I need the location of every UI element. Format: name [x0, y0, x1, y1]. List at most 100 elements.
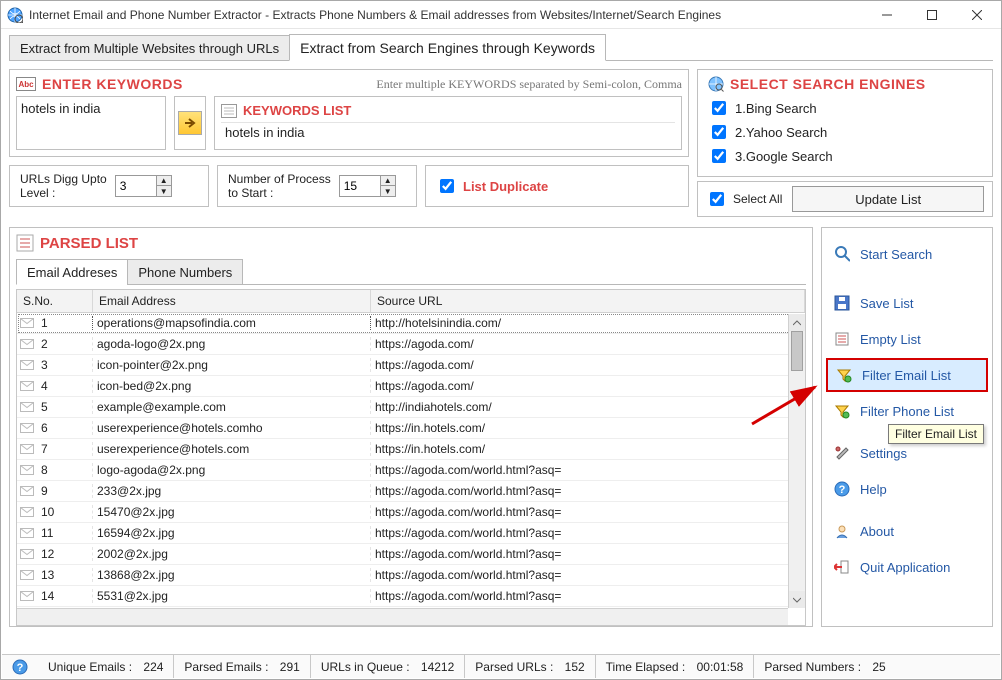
- cell-email: example@example.com: [93, 400, 371, 414]
- table-row[interactable]: 1116594@2x.jpghttps://agoda.com/world.ht…: [17, 523, 805, 544]
- table-row[interactable]: 4icon-bed@2x.pnghttps://agoda.com/: [17, 376, 805, 397]
- table-row[interactable]: 7userexperience@hotels.comhttps://in.hot…: [17, 439, 805, 460]
- list-duplicate-checkbox[interactable]: [440, 179, 454, 193]
- chevron-down-icon[interactable]: ▼: [157, 186, 171, 196]
- minimize-button[interactable]: [864, 1, 909, 29]
- cell-sno: 2: [37, 337, 93, 351]
- maximize-button[interactable]: [909, 1, 954, 29]
- cell-sno: 1: [37, 316, 93, 330]
- table-row[interactable]: 3icon-pointer@2x.pnghttps://agoda.com/: [17, 355, 805, 376]
- table-row[interactable]: 8logo-agoda@2x.pnghttps://agoda.com/worl…: [17, 460, 805, 481]
- filter-icon: [834, 403, 850, 419]
- cell-sno: 14: [37, 589, 93, 603]
- keywords-list[interactable]: hotels in india: [221, 122, 675, 143]
- empty-list-button[interactable]: Empty List: [826, 322, 988, 356]
- chevron-up-icon[interactable]: ▲: [381, 176, 395, 186]
- scrollbar-thumb[interactable]: [791, 331, 803, 371]
- main-tabs: Extract from Multiple Websites through U…: [9, 33, 993, 61]
- cell-sno: 8: [37, 463, 93, 477]
- cell-url: https://agoda.com/world.html?asq=: [371, 484, 805, 498]
- col-url[interactable]: Source URL: [371, 290, 805, 312]
- keywords-hint: Enter multiple KEYWORDS separated by Sem…: [376, 77, 682, 92]
- cell-email: 2002@2x.jpg: [93, 547, 371, 561]
- scroll-up-icon[interactable]: [789, 314, 805, 331]
- table-row[interactable]: 1015470@2x.jpghttps://agoda.com/world.ht…: [17, 502, 805, 523]
- keywords-input[interactable]: hotels in india: [16, 96, 166, 150]
- actions-panel: Start Search Save List Empty List Filter…: [821, 227, 993, 627]
- cell-sno: 4: [37, 379, 93, 393]
- cell-email: 16594@2x.jpg: [93, 526, 371, 540]
- svg-text:?: ?: [839, 484, 846, 496]
- list-duplicate-label: List Duplicate: [463, 179, 548, 194]
- quit-button[interactable]: Quit Application: [826, 550, 988, 584]
- col-sno[interactable]: S.No.: [17, 290, 93, 312]
- digg-level-spinner[interactable]: ▲▼: [115, 175, 172, 197]
- engine-google[interactable]: 3.Google Search: [708, 144, 982, 168]
- cell-email: icon-pointer@2x.png: [93, 358, 371, 372]
- mail-icon: [17, 528, 37, 538]
- help-button[interactable]: ? Help: [826, 472, 988, 506]
- cell-sno: 10: [37, 505, 93, 519]
- status-parsed-urls-value: 152: [565, 660, 585, 674]
- table-row[interactable]: 1313868@2x.jpghttps://agoda.com/world.ht…: [17, 565, 805, 586]
- cell-sno: 3: [37, 358, 93, 372]
- about-button[interactable]: About: [826, 514, 988, 548]
- status-urls-queue-label: URLs in Queue :: [321, 660, 410, 674]
- parsed-list-title: PARSED LIST: [40, 235, 138, 252]
- table-row[interactable]: 2agoda-logo@2x.pnghttps://agoda.com/: [17, 334, 805, 355]
- status-unique-emails-label: Unique Emails :: [48, 660, 132, 674]
- keywords-list-title: KEYWORDS LIST: [243, 103, 351, 118]
- table-row[interactable]: 145531@2x.jpghttps://agoda.com/world.htm…: [17, 586, 805, 607]
- start-search-button[interactable]: Start Search: [826, 234, 988, 274]
- mail-icon: [17, 402, 37, 412]
- empty-list-icon: [834, 331, 850, 347]
- col-email[interactable]: Email Address: [93, 290, 371, 312]
- table-row[interactable]: 1operations@mapsofindia.comhttp://hotels…: [17, 313, 805, 334]
- cell-sno: 7: [37, 442, 93, 456]
- results-table[interactable]: S.No. Email Address Source URL 1operatio…: [16, 289, 806, 626]
- table-row[interactable]: 122002@2x.jpghttps://agoda.com/world.htm…: [17, 544, 805, 565]
- status-parsed-emails-label: Parsed Emails :: [184, 660, 268, 674]
- filter-email-list-button[interactable]: Filter Email List: [826, 358, 988, 392]
- engine-yahoo[interactable]: 2.Yahoo Search: [708, 120, 982, 144]
- update-list-button[interactable]: Update List: [792, 186, 984, 212]
- cell-email: operations@mapsofindia.com: [93, 316, 371, 330]
- chevron-up-icon[interactable]: ▲: [157, 176, 171, 186]
- status-time-value: 00:01:58: [697, 660, 744, 674]
- digg-level-label: URLs Digg Upto Level :: [20, 172, 107, 200]
- close-button[interactable]: [954, 1, 999, 29]
- status-parsed-numbers-label: Parsed Numbers :: [764, 660, 861, 674]
- tab-extract-urls[interactable]: Extract from Multiple Websites through U…: [9, 35, 290, 61]
- chevron-down-icon[interactable]: ▼: [381, 186, 395, 196]
- cell-email: agoda-logo@2x.png: [93, 337, 371, 351]
- tab-extract-keywords[interactable]: Extract from Search Engines through Keyw…: [289, 34, 606, 61]
- cell-email: 233@2x.jpg: [93, 484, 371, 498]
- save-list-button[interactable]: Save List: [826, 286, 988, 320]
- horizontal-scrollbar[interactable]: [17, 608, 788, 625]
- table-row[interactable]: 5example@example.comhttp://indiahotels.c…: [17, 397, 805, 418]
- cell-sno: 6: [37, 421, 93, 435]
- save-icon: [834, 295, 850, 311]
- vertical-scrollbar[interactable]: [788, 314, 805, 608]
- mail-icon: [17, 507, 37, 517]
- engine-bing[interactable]: 1.Bing Search: [708, 96, 982, 120]
- filter-phone-list-button[interactable]: Filter Phone List: [826, 394, 988, 428]
- table-row[interactable]: 6userexperience@hotels.comhohttps://in.h…: [17, 418, 805, 439]
- add-keyword-button[interactable]: [174, 96, 206, 150]
- cell-url: http://indiahotels.com/: [371, 400, 805, 414]
- status-parsed-numbers-value: 25: [872, 660, 885, 674]
- window-title: Internet Email and Phone Number Extracto…: [29, 8, 864, 22]
- cell-sno: 5: [37, 400, 93, 414]
- help-icon[interactable]: ?: [12, 659, 28, 675]
- tab-phone-numbers[interactable]: Phone Numbers: [127, 259, 243, 285]
- mail-icon: [17, 549, 37, 559]
- cell-url: https://agoda.com/world.html?asq=: [371, 463, 805, 477]
- cell-url: https://agoda.com/: [371, 358, 805, 372]
- status-time-label: Time Elapsed :: [606, 660, 686, 674]
- tab-email-addresses[interactable]: Email Addreses: [16, 259, 128, 285]
- scroll-down-icon[interactable]: [789, 591, 805, 608]
- cell-url: https://agoda.com/world.html?asq=: [371, 526, 805, 540]
- table-row[interactable]: 9233@2x.jpghttps://agoda.com/world.html?…: [17, 481, 805, 502]
- process-count-spinner[interactable]: ▲▼: [339, 175, 396, 197]
- select-all-engines[interactable]: Select All: [706, 189, 782, 209]
